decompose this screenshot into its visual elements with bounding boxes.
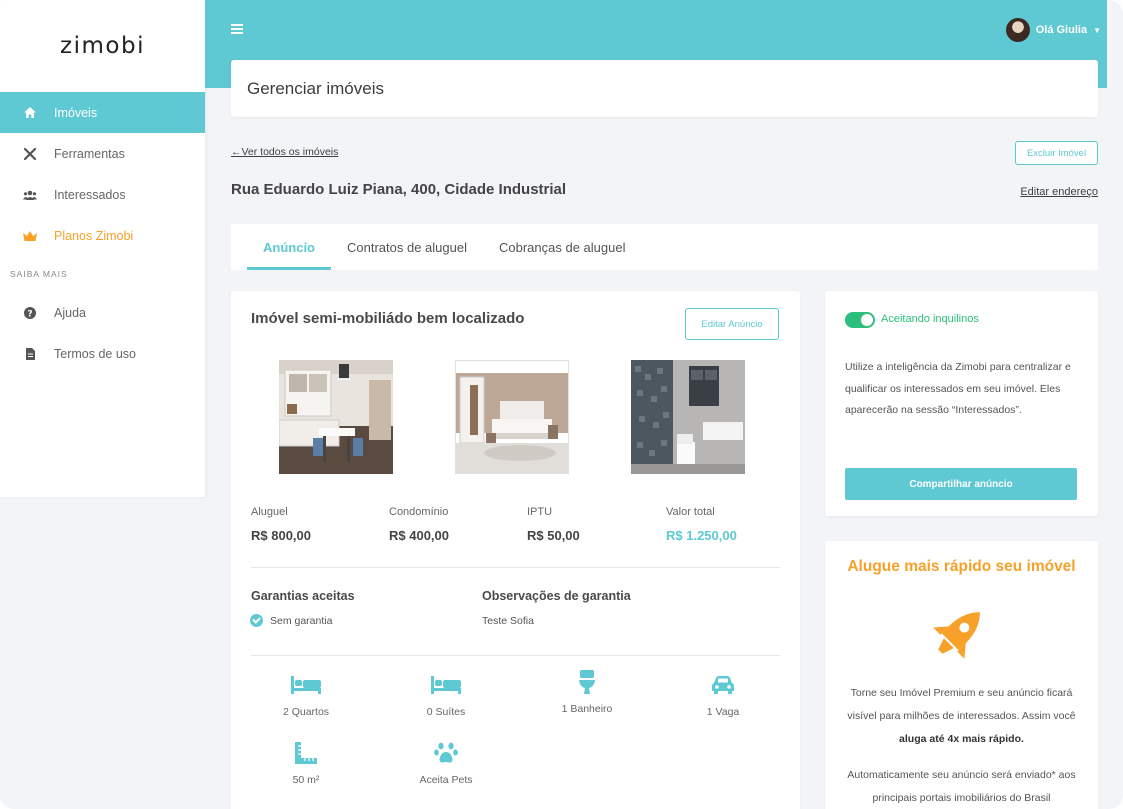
bed-icon [386, 674, 506, 696]
listing-card: Imóvel semi-mobiliádo bem localizado Edi… [231, 291, 800, 809]
share-card: Aceitando inquilinos Utilize a inteligên… [825, 291, 1098, 516]
price-value-total: R$ 1.250,00 [666, 528, 737, 543]
sidebar-item-label: Interessados [54, 187, 126, 202]
sidebar-item-ajuda[interactable]: ? Ajuda [0, 292, 205, 333]
divider [251, 655, 780, 656]
promo-text-start: Torne seu Imóvel Premium e seu anúncio f… [847, 687, 1076, 722]
promo-text-bold: aluga até 4x mais rápido. [899, 733, 1024, 745]
promo-text: Torne seu Imóvel Premium e seu anúncio f… [837, 682, 1086, 751]
rocket-icon [925, 601, 991, 672]
share-description: Utilize a inteligência da Zimobi para ce… [845, 361, 1071, 416]
sidebar-section-title: SAIBA MAIS [10, 269, 68, 279]
svg-text:?: ? [27, 309, 32, 319]
feature-vaga: 1 Vaga [663, 674, 783, 718]
feature-suites: 0 Suítes [386, 674, 506, 718]
toggle-label: Aceitando inquilinos [881, 313, 979, 325]
price-label-condominio: Condomínio [389, 506, 449, 518]
help-icon: ? [22, 306, 38, 319]
price-value-aluguel: R$ 800,00 [251, 528, 311, 543]
promo-text-portals: Automaticamente seu anúncio será enviado… [847, 769, 1076, 804]
feature-label: 1 Vaga [706, 706, 740, 718]
listing-photo-kitchen[interactable] [279, 360, 393, 474]
brand-logo[interactable]: zimobi [0, 0, 205, 92]
feature-label: 50 m² [292, 774, 320, 786]
feature-label: Aceita Pets [419, 774, 473, 786]
accepting-tenants-toggle[interactable] [845, 312, 875, 328]
user-menu[interactable]: Olá Giulia ▼ [1005, 18, 1101, 42]
listing-photo-bedroom[interactable] [455, 360, 569, 474]
feature-quartos: 2 Quartos [246, 674, 366, 718]
guarantees-title: Garantias aceitas [251, 589, 355, 603]
price-label-aluguel: Aluguel [251, 506, 288, 518]
page-title: Gerenciar imóveis [231, 60, 1098, 117]
share-listing-button[interactable]: Compartilhar anúncio [845, 468, 1077, 500]
tab-cobrancas[interactable]: Cobranças de aluguel [483, 224, 641, 270]
edit-listing-button[interactable]: Editar Anúncio [685, 308, 779, 340]
arrow-left-icon: ← [231, 146, 242, 158]
sidebar-item-planos[interactable]: Planos Zimobi [0, 215, 205, 256]
guarantee-notes-value: Teste Sofia [482, 615, 534, 627]
sidebar-item-ferramentas[interactable]: Ferramentas [0, 133, 205, 174]
toilet-icon [527, 670, 647, 694]
property-address: Rua Eduardo Luiz Piana, 400, Cidade Indu… [231, 181, 567, 198]
price-value-iptu: R$ 50,00 [527, 528, 580, 543]
bed-icon [246, 674, 366, 696]
document-icon [22, 347, 38, 360]
sidebar-item-label: Ferramentas [54, 146, 125, 161]
feature-area: 50 m² [246, 742, 366, 786]
back-link[interactable]: ←Ver todos os imóveis [231, 146, 338, 158]
feature-label: 0 Suítes [426, 706, 466, 718]
feature-label: 1 Banheiro [561, 703, 613, 715]
home-icon [22, 107, 38, 118]
listing-photo-bathroom[interactable] [631, 360, 745, 474]
chevron-down-icon: ▼ [1093, 25, 1101, 35]
sidebar-item-label: Termos de uso [54, 346, 136, 361]
car-icon [663, 674, 783, 696]
promo-title: Alugue mais rápido seu imóvel [847, 558, 1076, 575]
premium-promo-card: Alugue mais rápido seu imóvel Torne seu … [825, 541, 1098, 809]
tools-icon [22, 147, 38, 160]
edit-address-link[interactable]: Editar endereço [1020, 186, 1098, 198]
tab-anuncio[interactable]: Anúncio [247, 224, 331, 270]
delete-property-button[interactable]: Excluir Imóvel [1015, 141, 1098, 165]
sidebar: zimobi Imóveis Ferramentas Interessados … [0, 0, 205, 497]
tab-contratos[interactable]: Contratos de aluguel [331, 224, 483, 270]
app-window: zimobi Imóveis Ferramentas Interessados … [0, 0, 1123, 809]
sidebar-item-label: Planos Zimobi [54, 228, 134, 243]
sidebar-item-label: Ajuda [54, 305, 86, 320]
price-label-total: Valor total [666, 506, 715, 518]
menu-icon[interactable] [231, 24, 243, 34]
price-label-iptu: IPTU [527, 506, 553, 518]
sidebar-item-interessados[interactable]: Interessados [0, 174, 205, 215]
ruler-icon [246, 742, 366, 764]
feature-banheiro: 1 Banheiro [527, 670, 647, 715]
paw-icon [386, 742, 506, 764]
tabs: Anúncio Contratos de aluguel Cobranças d… [231, 224, 1098, 270]
users-icon [22, 190, 38, 200]
divider [251, 567, 780, 568]
check-circle-icon [250, 614, 263, 627]
sidebar-item-label: Imóveis [54, 105, 98, 120]
guarantee-notes-title: Observações de garantia [482, 589, 631, 603]
price-value-condominio: R$ 400,00 [389, 528, 449, 543]
feature-label: 2 Quartos [282, 706, 330, 718]
crown-icon [22, 230, 38, 241]
sidebar-item-imoveis[interactable]: Imóveis [0, 92, 205, 133]
listing-title: Imóvel semi-mobiliádo bem localizado [251, 310, 525, 327]
user-greeting: Olá Giulia [1035, 24, 1088, 36]
feature-pets: Aceita Pets [386, 742, 506, 786]
guarantee-value: Sem garantia [270, 615, 333, 627]
avatar [1005, 18, 1030, 42]
sidebar-item-termos[interactable]: Termos de uso [0, 333, 205, 374]
back-link-label: Ver todos os imóveis [241, 146, 339, 158]
